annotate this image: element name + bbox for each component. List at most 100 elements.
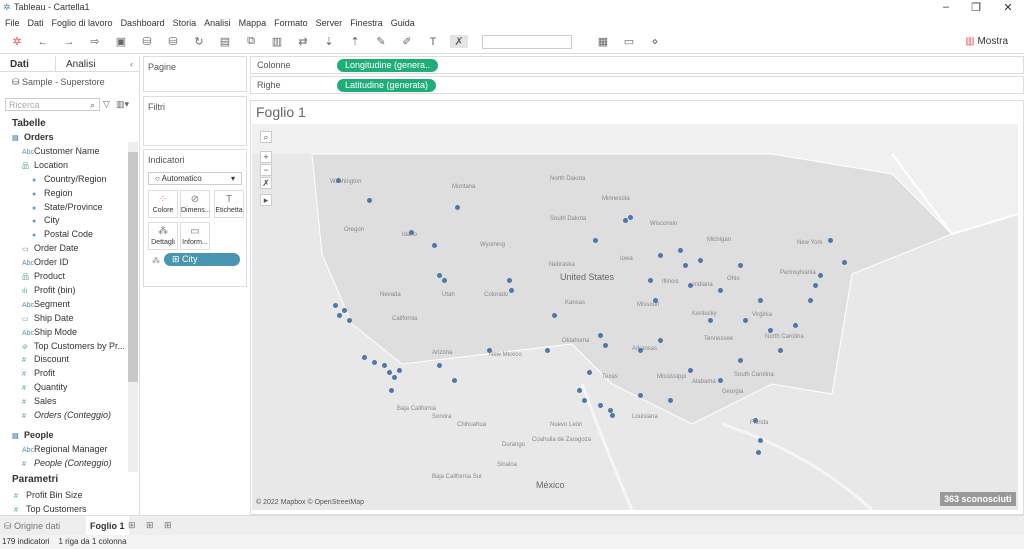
city-mark[interactable] [807, 297, 813, 303]
city-mark[interactable] [442, 277, 448, 283]
field-item[interactable]: 品 Location [22, 160, 68, 171]
city-mark[interactable] [767, 327, 773, 333]
city-mark[interactable] [552, 312, 558, 318]
city-mark[interactable] [389, 387, 395, 393]
zoom-in-button[interactable]: + [260, 151, 272, 163]
view-options-icon[interactable]: ▥▾ [116, 99, 129, 110]
city-mark[interactable] [382, 362, 388, 368]
menu-dashboard[interactable]: Dashboard [121, 18, 165, 28]
city-mark[interactable] [777, 347, 783, 353]
menu-server[interactable]: Server [316, 18, 343, 28]
city-mark[interactable] [607, 407, 613, 413]
search-icon[interactable]: ⌕ [90, 100, 95, 111]
city-mark[interactable] [545, 347, 551, 353]
field-item[interactable]: # Discount [22, 354, 69, 364]
close-button[interactable]: ✕ [998, 1, 1018, 14]
filter-icon[interactable]: ▽ [103, 99, 110, 110]
city-mark[interactable] [487, 347, 493, 353]
new-dashboard-icon[interactable]: ⊞ [146, 520, 154, 531]
city-mark[interactable] [509, 287, 515, 293]
city-mark[interactable] [717, 287, 723, 293]
minimize-button[interactable]: – [936, 1, 956, 13]
menu-guida[interactable]: Guida [391, 18, 415, 28]
menu-dati[interactable]: Dati [28, 18, 44, 28]
new-datasource-icon[interactable]: ⛁ [138, 35, 156, 48]
clear-sheet-icon[interactable]: ▥ [268, 35, 286, 48]
new-story-icon[interactable]: ⊞ [164, 520, 172, 531]
city-mark[interactable] [737, 357, 743, 363]
table-item[interactable]: ▤ People [12, 430, 54, 440]
search-input[interactable]: Ricerca [5, 98, 100, 111]
field-item[interactable]: ılı Profit (bin) [22, 285, 76, 295]
city-mark[interactable] [597, 332, 603, 338]
mark-type-select[interactable]: ○ Automatico ▾ [148, 172, 242, 185]
fix-axes-icon[interactable]: ✗ [450, 35, 468, 48]
show-cards-icon[interactable]: ▦ [594, 35, 612, 48]
parameter-item[interactable]: # Profit Bin Size [14, 490, 83, 500]
new-worksheet-icon[interactable]: ⊞ [128, 520, 136, 531]
field-item[interactable]: 品 Product [22, 271, 65, 282]
city-mark[interactable] [812, 282, 818, 288]
city-mark[interactable] [817, 272, 823, 278]
size-button[interactable]: ⊘ Dimens... [180, 190, 211, 218]
highlight-icon[interactable]: ✎ [372, 35, 390, 48]
pin-map-button[interactable]: ✗ [260, 177, 272, 189]
field-item[interactable]: ● City [32, 215, 60, 225]
show-me-button[interactable]: ▥ Mostra [965, 36, 1008, 47]
menu-file[interactable]: File [5, 18, 20, 28]
city-mark[interactable] [602, 342, 608, 348]
columns-shelf[interactable]: Colonne Longitudine (genera.. [250, 56, 1024, 74]
field-item[interactable]: # Orders (Conteggio) [22, 410, 111, 420]
city-mark[interactable] [652, 297, 658, 303]
label-icon[interactable]: T [424, 36, 442, 48]
field-item[interactable]: ● Country/Region [32, 174, 107, 184]
field-item[interactable]: ⊘ Top Customers by Pr... [22, 341, 125, 351]
field-item[interactable]: ▭ Ship Date [22, 313, 74, 323]
city-mark[interactable] [397, 367, 403, 373]
city-mark[interactable] [452, 377, 458, 383]
field-item[interactable]: ● Region [32, 188, 73, 198]
city-mark[interactable] [577, 387, 583, 393]
city-mark[interactable] [707, 317, 713, 323]
city-mark[interactable] [437, 272, 443, 278]
group-icon[interactable]: ✐ [398, 35, 416, 48]
share-icon[interactable]: ⋄ [646, 35, 664, 48]
city-mark[interactable] [737, 262, 743, 268]
map-search-button[interactable]: ⌕ [260, 131, 272, 143]
city-mark[interactable] [687, 367, 693, 373]
sheet-tab[interactable]: Foglio 1 [86, 516, 129, 536]
pause-updates-icon[interactable]: ⛁ [164, 35, 182, 48]
menu-storia[interactable]: Storia [173, 18, 197, 28]
city-mark[interactable] [752, 417, 758, 423]
field-item[interactable]: ▭ Order Date [22, 243, 79, 253]
tab-analytics[interactable]: Analisi [55, 56, 127, 71]
city-mark[interactable] [437, 362, 443, 368]
tableau-home-icon[interactable]: ✲ [8, 35, 26, 48]
city-mark[interactable] [332, 302, 338, 308]
city-mark[interactable] [667, 397, 673, 403]
rows-shelf[interactable]: Righe Latitudine (generata) [250, 76, 1024, 94]
field-item[interactable]: ● Postal Code [32, 229, 93, 239]
sort-descending-icon[interactable]: ⇡ [346, 35, 364, 48]
sort-ascending-icon[interactable]: ⇣ [320, 35, 338, 48]
field-item[interactable]: AbcOrder ID [22, 257, 69, 267]
detail-button[interactable]: ⁂ Dettagli [148, 222, 178, 250]
tab-data[interactable]: Dati [0, 56, 55, 71]
undo-icon[interactable]: ← [34, 36, 52, 48]
field-item[interactable]: ● State/Province [32, 202, 103, 212]
city-mark[interactable] [335, 177, 341, 183]
pages-card[interactable]: Pagine [143, 56, 247, 92]
city-mark[interactable] [592, 237, 598, 243]
city-mark[interactable] [757, 297, 763, 303]
city-mark[interactable] [757, 437, 763, 443]
city-mark[interactable] [647, 277, 653, 283]
city-detail-pill[interactable]: ⊞ City [164, 253, 240, 266]
duplicate-sheet-icon[interactable]: ⧉ [242, 35, 260, 48]
city-mark[interactable] [682, 262, 688, 268]
field-item[interactable]: AbcSegment [22, 299, 70, 309]
menu-formato[interactable]: Formato [274, 18, 308, 28]
parameter-item[interactable]: # Top Customers [14, 504, 87, 514]
menu-foglio-di-lavoro[interactable]: Foglio di lavoro [52, 18, 113, 28]
field-item[interactable]: AbcCustomer Name [22, 146, 100, 156]
unknown-locations-indicator[interactable]: 363 sconosciuti [940, 492, 1016, 506]
